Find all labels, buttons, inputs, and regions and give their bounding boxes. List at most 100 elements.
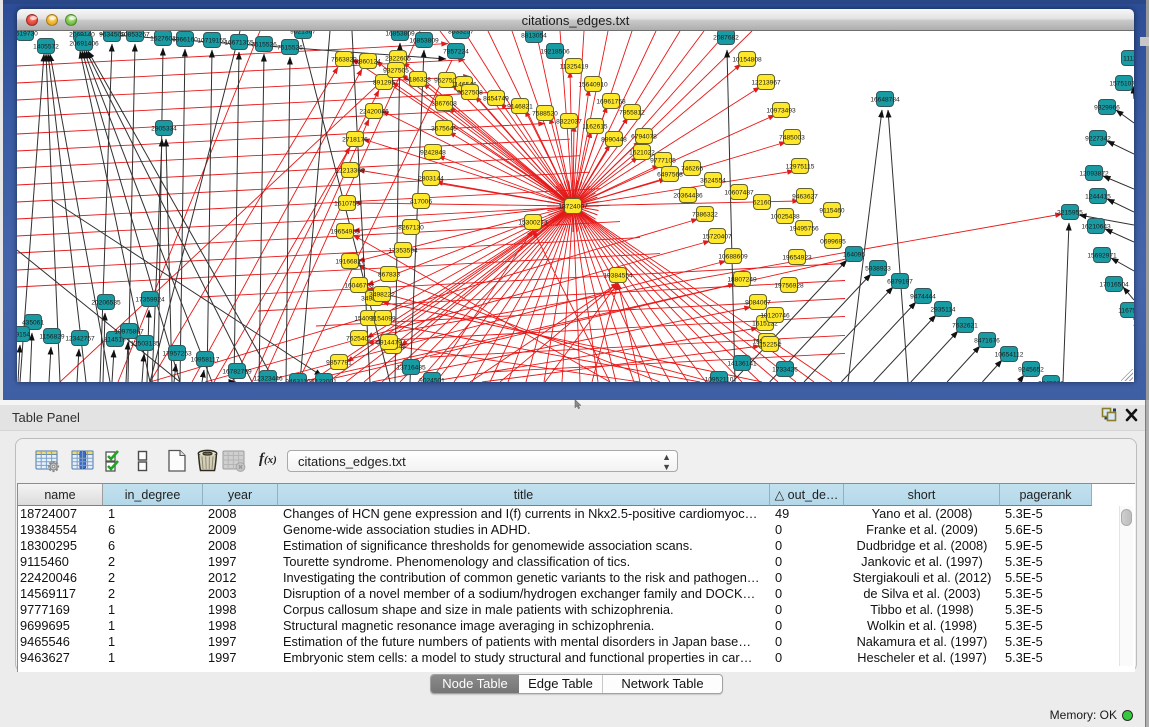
svg-text:9329966: 9329966 bbox=[1094, 104, 1120, 111]
svg-text:16782759: 16782759 bbox=[222, 368, 252, 375]
svg-text:12353594: 12353594 bbox=[388, 247, 418, 254]
svg-text:8267130: 8267130 bbox=[398, 224, 424, 231]
svg-text:3215955: 3215955 bbox=[1057, 209, 1083, 216]
svg-text:17957253: 17957253 bbox=[162, 350, 192, 357]
svg-text:2718176: 2718176 bbox=[342, 136, 368, 143]
svg-text:10607487: 10607487 bbox=[724, 189, 754, 196]
svg-text:39154: 39154 bbox=[17, 331, 30, 338]
svg-text:12503135: 12503135 bbox=[130, 340, 160, 347]
svg-text:10973493: 10973493 bbox=[766, 107, 796, 114]
svg-text:15640910: 15640910 bbox=[578, 81, 608, 88]
svg-text:891295: 891295 bbox=[373, 79, 395, 86]
svg-text:1405572: 1405572 bbox=[33, 43, 59, 50]
svg-text:16046798: 16046798 bbox=[344, 282, 374, 289]
svg-text:2367608: 2367608 bbox=[431, 100, 457, 107]
svg-text:417006: 417006 bbox=[410, 198, 432, 205]
svg-text:9245012: 9245012 bbox=[1038, 380, 1064, 382]
svg-text:9527508: 9527508 bbox=[457, 89, 483, 96]
svg-text:1244415: 1244415 bbox=[1085, 193, 1111, 200]
svg-text:15751074: 15751074 bbox=[1109, 80, 1134, 87]
svg-text:9777105: 9777105 bbox=[650, 157, 676, 164]
svg-text:116753: 116753 bbox=[1118, 307, 1134, 314]
svg-text:3675645: 3675645 bbox=[431, 125, 457, 132]
svg-text:1733426: 1733426 bbox=[772, 366, 798, 373]
svg-text:19756928: 19756928 bbox=[774, 282, 804, 289]
svg-text:5938923: 5938923 bbox=[865, 265, 891, 272]
svg-text:2087682: 2087682 bbox=[713, 34, 739, 41]
svg-text:9857791: 9857791 bbox=[326, 359, 352, 366]
svg-text:9463110: 9463110 bbox=[285, 378, 311, 382]
svg-text:7515526: 7515526 bbox=[277, 44, 303, 51]
svg-text:16648784: 16648784 bbox=[870, 96, 900, 103]
svg-text:7632621: 7632621 bbox=[952, 322, 978, 329]
svg-text:2322605: 2322605 bbox=[385, 55, 411, 62]
svg-text:20206535: 20206535 bbox=[91, 299, 121, 306]
svg-text:6497568: 6497568 bbox=[657, 171, 683, 178]
svg-text:9327505: 9327505 bbox=[383, 67, 409, 74]
svg-text:6966160: 6966160 bbox=[172, 36, 198, 43]
svg-text:17359924: 17359924 bbox=[135, 296, 165, 303]
svg-text:9227342: 9227342 bbox=[1085, 135, 1111, 142]
svg-text:2803144: 2803144 bbox=[418, 175, 444, 182]
svg-text:12213369: 12213369 bbox=[335, 167, 365, 174]
svg-text:22420046: 22420046 bbox=[359, 108, 389, 115]
svg-text:0699695: 0699695 bbox=[820, 238, 846, 245]
svg-text:10719155: 10719155 bbox=[197, 37, 227, 44]
svg-text:7857224: 7857224 bbox=[443, 48, 469, 55]
svg-text:12093872: 12093872 bbox=[1079, 170, 1109, 177]
svg-text:8533257: 8533257 bbox=[448, 31, 474, 35]
svg-text:3624554: 3624554 bbox=[700, 177, 726, 184]
svg-text:9242848: 9242848 bbox=[420, 149, 446, 156]
svg-text:8860124: 8860124 bbox=[355, 58, 381, 65]
svg-text:9474444: 9474444 bbox=[910, 293, 936, 300]
svg-text:6914479: 6914479 bbox=[376, 339, 402, 346]
svg-text:16961758: 16961758 bbox=[596, 98, 626, 105]
svg-text:12323446: 12323446 bbox=[253, 375, 283, 382]
svg-text:9084067: 9084067 bbox=[745, 299, 771, 306]
svg-text:10654112: 10654112 bbox=[995, 351, 1024, 358]
svg-text:12213967: 12213967 bbox=[751, 79, 781, 86]
svg-text:7663822: 7663822 bbox=[331, 56, 357, 63]
svg-text:6794078: 6794078 bbox=[631, 133, 657, 140]
svg-text:18807249: 18807249 bbox=[727, 276, 757, 283]
svg-text:9463627: 9463627 bbox=[792, 193, 818, 200]
svg-text:18724007: 18724007 bbox=[558, 203, 588, 210]
svg-text:1112: 1112 bbox=[1123, 55, 1134, 62]
svg-text:8813054: 8813054 bbox=[521, 32, 547, 39]
svg-text:16671355: 16671355 bbox=[224, 39, 254, 46]
svg-text:15692971: 15692971 bbox=[1087, 252, 1117, 259]
svg-text:2905334: 2905334 bbox=[151, 125, 177, 132]
svg-text:6879197: 6879197 bbox=[887, 278, 913, 285]
svg-text:746266: 746266 bbox=[681, 165, 703, 172]
svg-text:10025438: 10025438 bbox=[770, 213, 800, 220]
svg-text:8322037: 8322037 bbox=[556, 118, 582, 125]
svg-text:7955812: 7955812 bbox=[619, 109, 645, 116]
svg-text:9146821: 9146821 bbox=[507, 103, 533, 110]
svg-text:10688609: 10688609 bbox=[718, 253, 748, 260]
svg-text:7515526: 7515526 bbox=[251, 41, 277, 48]
svg-text:19166827: 19166827 bbox=[335, 258, 365, 265]
svg-text:164095: 164095 bbox=[843, 251, 865, 258]
svg-text:867833: 867833 bbox=[378, 271, 400, 278]
svg-text:10952110: 10952110 bbox=[705, 376, 734, 382]
svg-text:7485003: 7485003 bbox=[779, 134, 805, 141]
svg-text:8471676: 8471676 bbox=[974, 337, 1000, 344]
svg-text:19384554: 19384554 bbox=[603, 272, 633, 279]
svg-text:7588520: 7588520 bbox=[532, 110, 558, 117]
svg-text:16210643: 16210643 bbox=[1081, 223, 1111, 230]
svg-text:19495756: 19495756 bbox=[789, 225, 819, 232]
svg-text:9619730: 9619730 bbox=[17, 31, 38, 37]
svg-text:16853809: 16853809 bbox=[409, 37, 439, 44]
svg-text:1610755: 1610755 bbox=[334, 200, 360, 207]
svg-text:8990448: 8990448 bbox=[601, 136, 627, 143]
svg-text:19218506: 19218506 bbox=[540, 48, 570, 55]
svg-text:14136141: 14136141 bbox=[727, 360, 757, 367]
svg-text:20364436: 20364436 bbox=[673, 192, 703, 199]
svg-text:3498222: 3498222 bbox=[369, 291, 395, 298]
svg-text:8122001: 8122001 bbox=[311, 378, 337, 382]
svg-text:1621022: 1621022 bbox=[629, 149, 655, 156]
svg-text:19654985: 19654985 bbox=[330, 228, 360, 235]
svg-text:10154808: 10154808 bbox=[732, 56, 762, 63]
svg-text:9024501: 9024501 bbox=[419, 377, 445, 382]
svg-text:9115460: 9115460 bbox=[819, 207, 845, 214]
